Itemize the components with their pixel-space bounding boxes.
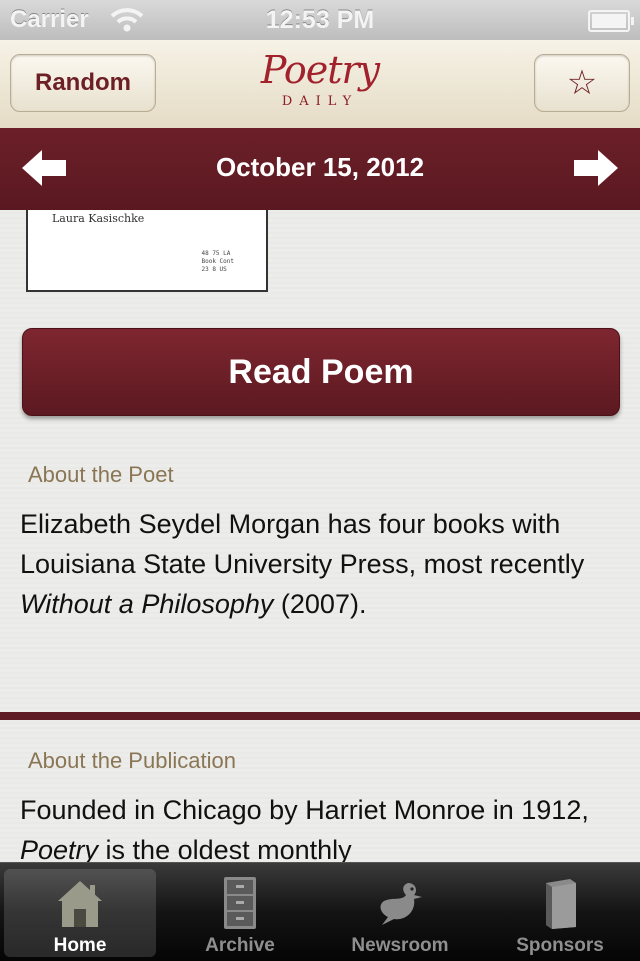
file-cabinet-icon (224, 877, 256, 929)
logo-word: Poetry (260, 48, 380, 92)
next-day-button[interactable] (572, 148, 620, 188)
tab-sponsors-label: Sponsors (516, 935, 604, 956)
read-poem-button[interactable]: Read Poem (22, 328, 620, 416)
content-scroll-area[interactable]: Laura Kasischke 48 75 LA Book Cont 23 8 … (0, 210, 640, 862)
tab-bar: Home Archive Newsroom Sponsors (0, 862, 640, 961)
pigeon-icon (380, 883, 422, 925)
current-date: October 15, 2012 (215, 152, 425, 182)
poem-thumbnail[interactable]: Laura Kasischke 48 75 LA Book Cont 23 8 … (26, 210, 268, 292)
tab-home-label: Home (53, 935, 107, 956)
thumbnail-meta: 48 75 LA Book Cont 23 8 US (201, 250, 234, 273)
arrow-right-icon (574, 150, 618, 186)
about-publication-heading: About the Publication (28, 748, 236, 773)
tab-archive-label: Archive (205, 935, 275, 956)
star-icon: ☆ (566, 64, 598, 102)
random-button[interactable]: Random (10, 54, 156, 112)
section-divider (0, 712, 640, 720)
house-icon (58, 881, 102, 927)
about-poet-text: Elizabeth Seydel Morgan has four books w… (20, 509, 585, 619)
tab-newsroom-label: Newsroom (351, 935, 449, 956)
clock-time: 12:53 PM (265, 6, 375, 34)
tab-newsroom[interactable]: Newsroom (324, 869, 476, 957)
status-bar: Carrier 12:53 PM (0, 0, 640, 40)
tab-sponsors[interactable]: Sponsors (484, 869, 636, 957)
favorite-button[interactable]: ☆ (534, 54, 630, 112)
tab-home[interactable]: Home (4, 869, 156, 957)
book-icon (546, 879, 576, 929)
logo-subtitle: DAILY (281, 94, 359, 109)
battery-icon (588, 10, 634, 32)
about-poet-heading: About the Poet (28, 462, 174, 487)
tab-archive[interactable]: Archive (164, 869, 316, 957)
poetry-daily-logo: Poetry DAILY (260, 48, 380, 120)
about-publication-text: Founded in Chicago by Harriet Monroe in … (20, 795, 589, 862)
navigation-bar: Random Poetry DAILY ☆ (0, 40, 640, 129)
thumbnail-title: Laura Kasischke (52, 212, 145, 225)
date-bar: October 15, 2012 (0, 128, 640, 210)
